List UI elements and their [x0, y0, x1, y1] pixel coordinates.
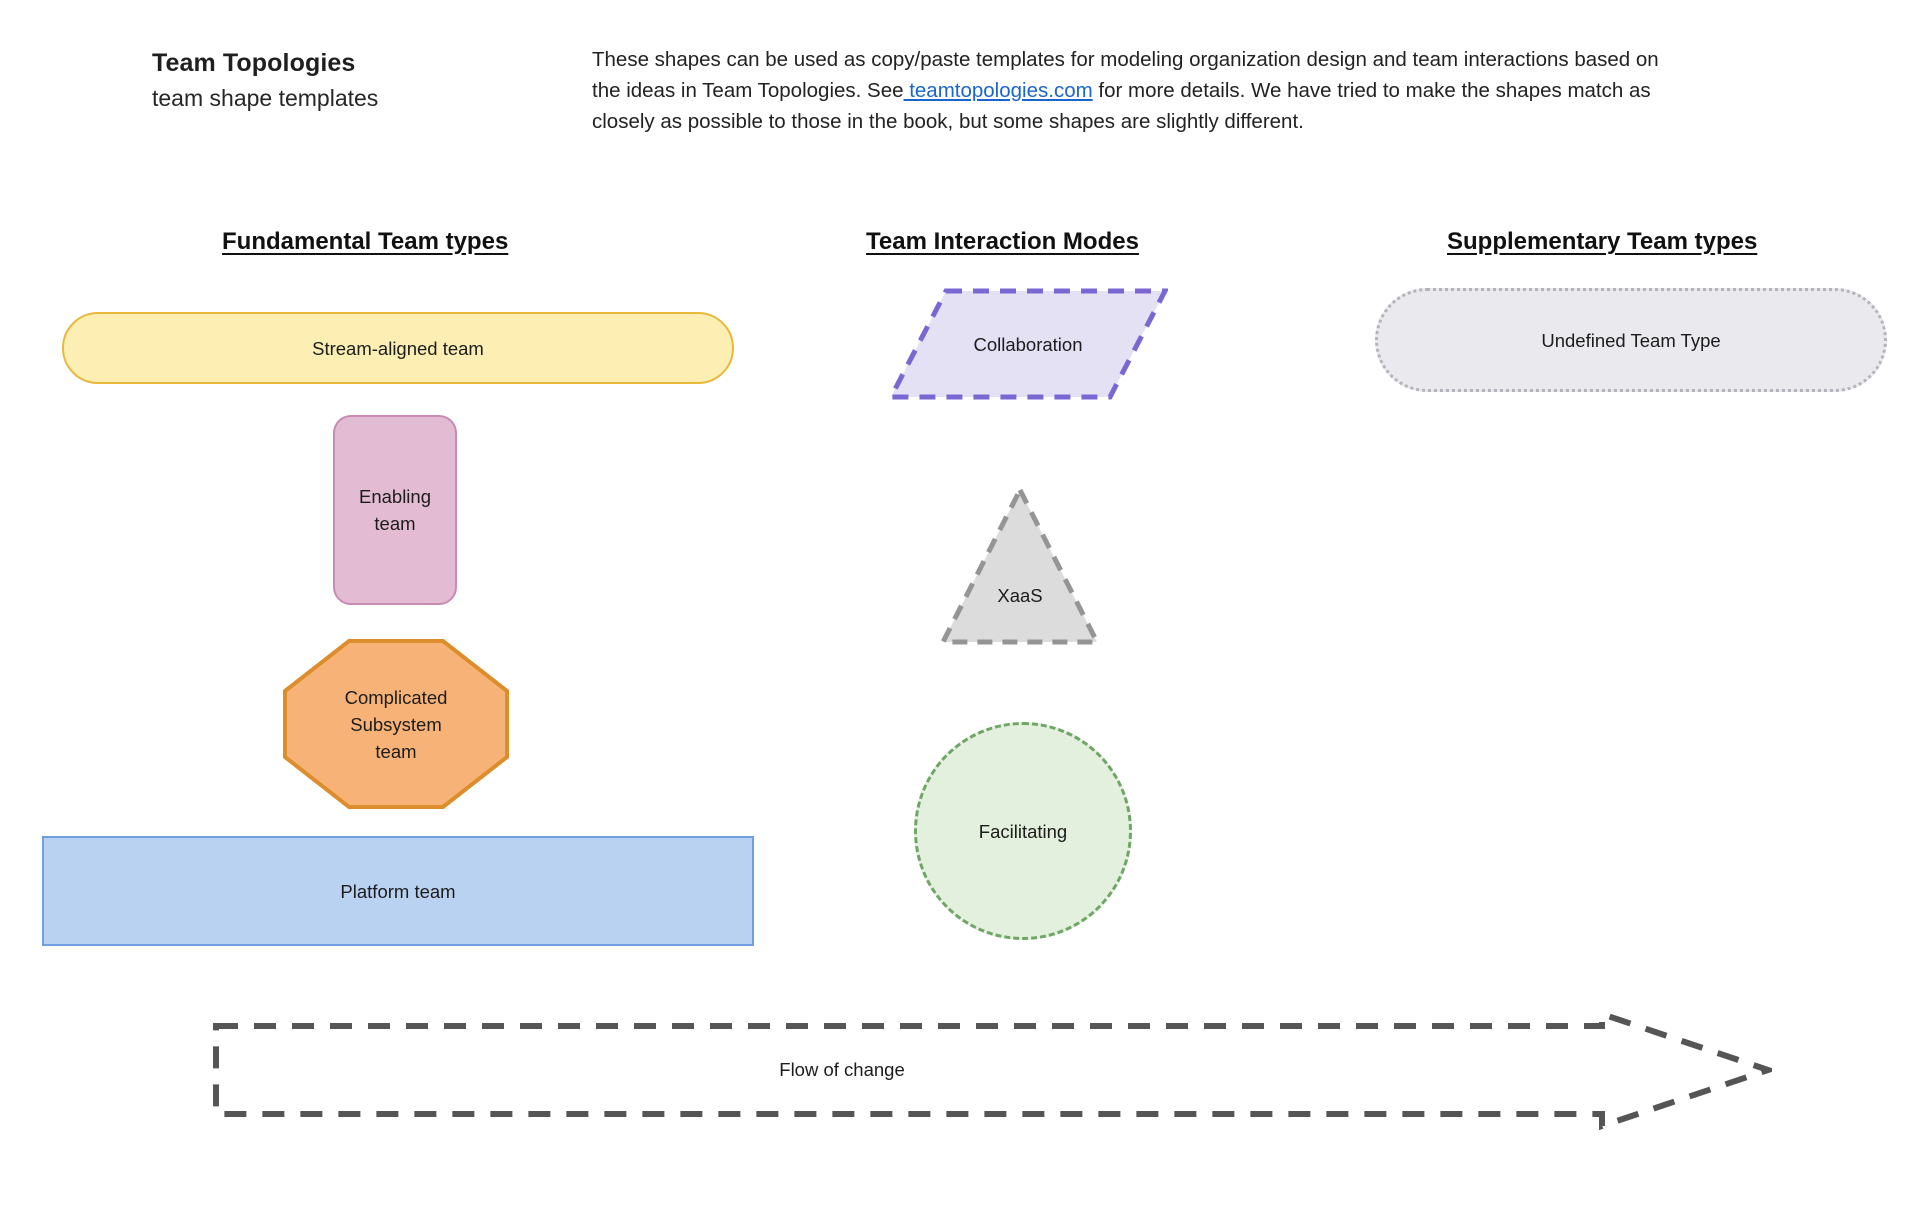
shape-undefined-team-type-label: Undefined Team Type [1541, 329, 1721, 351]
header-title-block: Team Topologies team shape templates [152, 48, 572, 114]
shape-enabling-team[interactable]: Enabling team [333, 415, 457, 605]
shape-platform-team-label: Platform team [340, 880, 456, 902]
parallelogram-icon [888, 288, 1168, 400]
shape-stream-aligned-team-label: Stream-aligned team [312, 337, 484, 359]
column-heading-fundamental: Fundamental Team types [222, 228, 509, 255]
shape-collaboration[interactable]: Collaboration [888, 288, 1168, 400]
shape-complicated-subsystem-team[interactable]: Complicated Subsystem team [282, 638, 510, 810]
teamtopologies-link[interactable]: teamtopologies.com [904, 79, 1092, 102]
shape-undefined-team-type[interactable]: Undefined Team Type [1375, 288, 1887, 392]
shape-facilitating[interactable]: Facilitating [914, 722, 1132, 940]
triangle-icon [940, 486, 1100, 645]
octagon-icon [283, 639, 509, 809]
page-subtitle: team shape templates [152, 85, 379, 112]
column-heading-interaction: Team Interaction Modes [866, 228, 1139, 255]
shape-enabling-team-label: Enabling team [358, 486, 431, 534]
shape-flow-of-change[interactable]: Flow of change [212, 1010, 1772, 1130]
shape-stream-aligned-team[interactable]: Stream-aligned team [62, 312, 734, 384]
page-title: Team Topologies [152, 49, 356, 77]
shape-facilitating-label: Facilitating [978, 820, 1068, 842]
arrow-icon [213, 1010, 1772, 1130]
shape-platform-team[interactable]: Platform team [42, 836, 754, 946]
shape-xaas[interactable]: XaaS [940, 486, 1100, 646]
header-description: These shapes can be used as copy/paste t… [592, 44, 1682, 137]
column-heading-supplementary: Supplementary Team types [1447, 228, 1758, 255]
